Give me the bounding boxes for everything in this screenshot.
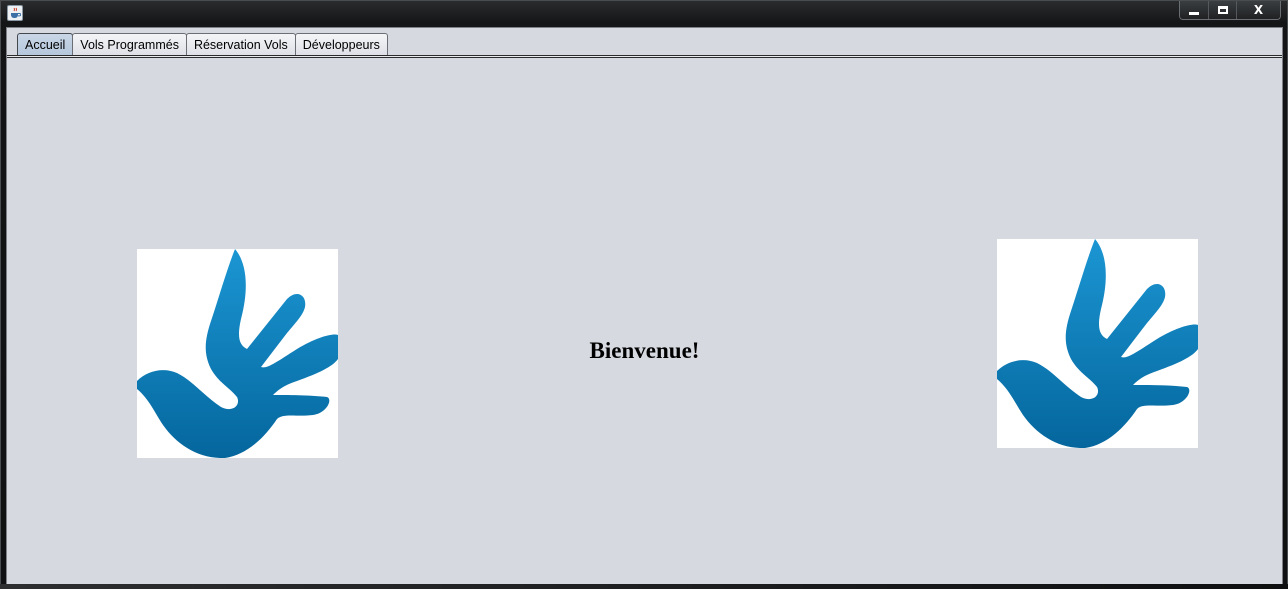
application-window: X Accueil Vols Programmés Réservation Vo… <box>0 0 1288 589</box>
close-icon: X <box>1253 3 1264 17</box>
taskbar-edge <box>0 584 1288 589</box>
minimize-button[interactable] <box>1180 1 1208 19</box>
hand-dove-logo-icon <box>997 239 1198 448</box>
close-button[interactable]: X <box>1236 1 1280 19</box>
java-cup-icon[interactable] <box>7 5 23 21</box>
window-controls: X <box>1179 1 1281 20</box>
tab-accueil[interactable]: Accueil <box>17 33 74 56</box>
tab-developpeurs[interactable]: Développeurs <box>294 33 388 56</box>
tabbed-pane: Accueil Vols Programmés Réservation Vols… <box>6 27 1283 585</box>
title-bar[interactable]: X <box>1 1 1287 25</box>
tab-bar: Accueil Vols Programmés Réservation Vols… <box>7 28 1282 58</box>
minimize-icon <box>1189 11 1199 15</box>
tab-label: Développeurs <box>302 38 380 52</box>
maximize-button[interactable] <box>1208 1 1236 19</box>
tab-vols-programmes[interactable]: Vols Programmés <box>72 33 187 56</box>
tab-reservation-vols[interactable]: Réservation Vols <box>185 33 296 56</box>
tab-label: Vols Programmés <box>80 38 179 52</box>
accueil-panel: Bienvenue! <box>7 58 1282 584</box>
tab-label: Réservation Vols <box>193 38 288 52</box>
tab-label: Accueil <box>25 38 66 52</box>
maximize-icon <box>1217 6 1228 14</box>
